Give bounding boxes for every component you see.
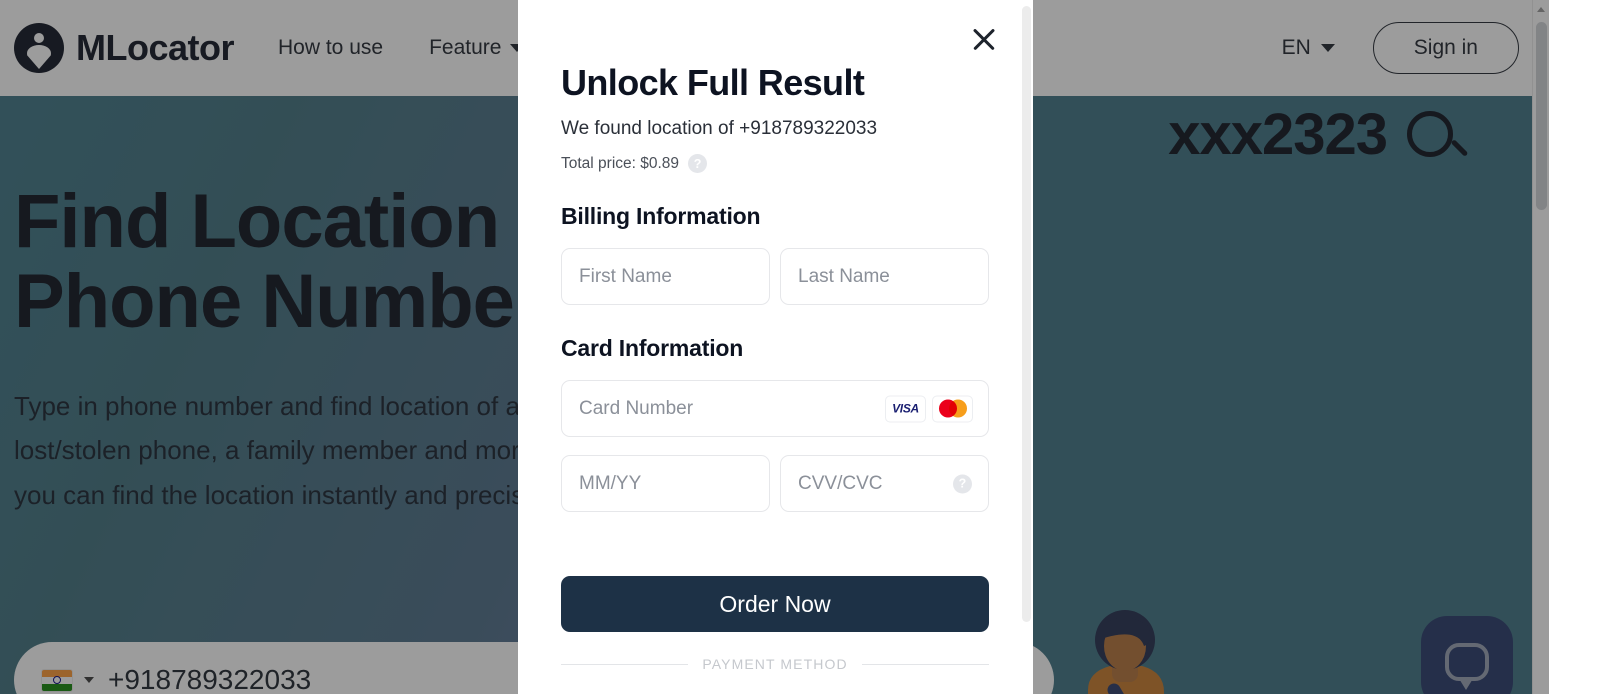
modal-scrollbar[interactable] [1022,6,1031,686]
divider-line-left [561,663,689,665]
modal-title: Unlock Full Result [561,62,865,103]
card-number-row: Card Number VISA [561,380,989,437]
cvv-placeholder: CVV/CVC [798,472,883,494]
price-help-icon[interactable]: ? [688,154,708,173]
card-section-title: Card Information [561,335,744,361]
cvv-help-icon[interactable]: ? [953,474,972,493]
last-name-field[interactable]: Last Name [780,248,989,305]
payment-method-divider: PAYMENT METHOD [561,656,990,672]
visa-label: VISA [892,401,919,416]
billing-name-row: First Name Last Name [561,248,989,305]
card-number-placeholder: Card Number [579,397,694,419]
last-name-placeholder: Last Name [798,265,890,287]
total-price-row: Total price: $0.89 ? [561,154,989,173]
accepted-card-brands: VISA [885,395,973,422]
order-now-button[interactable]: Order Now [561,576,989,632]
mastercard-icon [932,395,973,422]
screen: MLocator How to use Feature EN Sign in F… [0,0,1600,694]
divider-line-right [861,663,990,665]
first-name-field[interactable]: First Name [561,248,770,305]
first-name-placeholder: First Name [579,265,672,287]
modal-scrollbar-thumb[interactable] [1022,6,1031,622]
close-icon[interactable] [967,22,1001,56]
visa-icon: VISA [885,395,926,422]
expiry-placeholder: MM/YY [579,472,642,494]
modal-body: Unlock Full Result We found location of … [518,0,1033,694]
cvv-field[interactable]: CVV/CVC ? [780,455,989,512]
payment-method-label: PAYMENT METHOD [702,656,848,672]
modal-subtitle: We found location of +918789322033 [561,118,878,139]
billing-section-title: Billing Information [561,203,761,229]
unlock-result-modal: Unlock Full Result We found location of … [518,0,1033,694]
expiry-field[interactable]: MM/YY [561,455,770,512]
card-expiry-cvv-row: MM/YY CVV/CVC ? [561,455,989,512]
total-price-label: Total price: $0.89 [561,154,680,172]
card-number-field[interactable]: Card Number VISA [561,380,989,437]
